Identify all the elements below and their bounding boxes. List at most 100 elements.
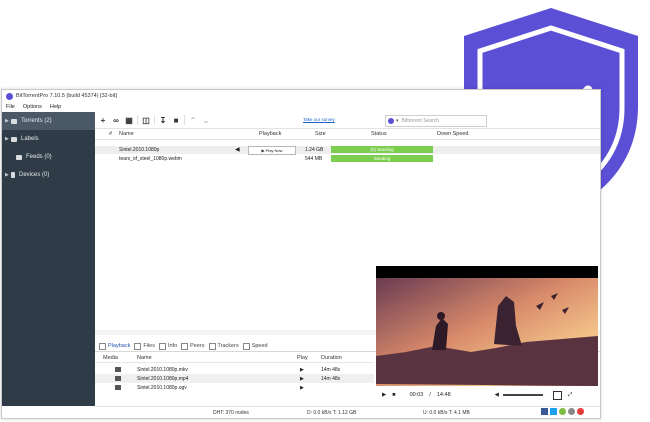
- speed-icon: [242, 342, 250, 350]
- chevron-down-icon[interactable]: ▾: [396, 118, 399, 124]
- play-icon[interactable]: ▶: [300, 367, 304, 373]
- status-progress-bar: (0) Seeding: [331, 146, 433, 153]
- tab-label: Trackers: [217, 343, 239, 349]
- expand-icon[interactable]: ⤢: [568, 392, 572, 399]
- sidebar-item-feeds[interactable]: Feeds (0): [2, 148, 95, 166]
- android-icon[interactable]: [559, 408, 566, 415]
- col-playback[interactable]: Playback: [259, 131, 281, 137]
- col-down-speed[interactable]: Down Speed: [437, 131, 469, 137]
- menu-options[interactable]: Options: [23, 104, 42, 110]
- info-icon: [158, 342, 166, 350]
- stop-circle-icon[interactable]: [577, 408, 584, 415]
- tab-speed[interactable]: Speed: [242, 342, 268, 350]
- fullscreen-icon[interactable]: [552, 390, 562, 400]
- sidebar-item-label: Devices (0): [19, 172, 50, 178]
- volume-slider[interactable]: [502, 394, 543, 396]
- toolbar-divider: [184, 115, 185, 125]
- col-media-name[interactable]: Name: [137, 355, 152, 361]
- player-controls: ▶ ■ 00:03 / 14:48 ◀ ⤢: [376, 386, 598, 404]
- list-item[interactable]: Sintel.2010.1080p.ogv ▶: [95, 383, 374, 392]
- toolbar-divider: [154, 115, 155, 125]
- tab-info[interactable]: Info: [158, 342, 178, 350]
- menu-file[interactable]: File: [6, 104, 15, 110]
- status-progress-bar: Seeding: [331, 155, 433, 162]
- col-media[interactable]: Media: [103, 355, 118, 361]
- media-name: Sintel.2010.1080p.mp4: [137, 376, 189, 382]
- status-bar: DHT: 370 nodes D: 0.0 kB/s T: 1.12 GB U:…: [95, 406, 600, 419]
- app-logo-icon: [6, 92, 13, 100]
- list-item[interactable]: Sintel.2010.1080p.mkv ▶ 14m 48s: [95, 365, 374, 374]
- playback-icon: [99, 342, 106, 350]
- tab-label: Speed: [251, 343, 268, 349]
- sidebar-item-devices[interactable]: ▶ Devices (0): [2, 166, 95, 184]
- status-label: Seeding: [373, 156, 391, 161]
- media-name: Sintel.2010.1080p.ogv: [137, 385, 187, 391]
- tab-trackers[interactable]: Trackers: [208, 342, 239, 350]
- tab-label: Playback: [108, 343, 131, 349]
- torrent-size: 544 MB: [305, 156, 323, 162]
- status-label: (0) Seeding: [370, 147, 394, 152]
- tab-peers[interactable]: Peers: [181, 342, 205, 350]
- survey-link[interactable]: Take our survey: [303, 117, 335, 122]
- alert-icon[interactable]: [568, 408, 575, 415]
- col-name[interactable]: Name: [119, 131, 134, 137]
- sidebar-item-label: Labels: [21, 136, 39, 142]
- stop-icon[interactable]: ■: [392, 392, 395, 398]
- add-torrent-icon[interactable]: +: [98, 114, 108, 126]
- media-duration: 14m 48s: [321, 376, 341, 382]
- torrent-name: Sintel.2010.1080p: [119, 147, 160, 153]
- devices-icon: [11, 172, 15, 178]
- move-down-icon[interactable]: ⌄: [201, 114, 211, 126]
- sidebar-item-labels[interactable]: ▶ Labels: [2, 130, 95, 148]
- play-icon[interactable]: ▶: [300, 385, 304, 391]
- search-provider-icon[interactable]: [388, 118, 394, 124]
- facebook-icon[interactable]: [541, 408, 548, 415]
- delete-icon[interactable]: ◫: [141, 114, 151, 126]
- video-file-icon: [115, 367, 121, 372]
- search-input[interactable]: Bittorrent Search: [402, 118, 440, 124]
- time-separator: /: [429, 392, 431, 398]
- move-up-icon[interactable]: ⌃: [188, 114, 198, 126]
- labels-icon: [11, 136, 17, 142]
- toolbar: + ∞ ▦ ◫ ↧ ■ ⌃ ⌄ Take our survey ▾ Bittor…: [95, 112, 600, 129]
- trackers-icon: [208, 342, 216, 350]
- play-icon[interactable]: ▶: [382, 392, 386, 398]
- col-number[interactable]: #: [109, 131, 112, 137]
- col-duration[interactable]: Duration: [321, 355, 342, 361]
- torrents-icon: [11, 118, 17, 124]
- twitter-icon[interactable]: [550, 408, 557, 415]
- stop-icon[interactable]: ■: [171, 114, 181, 126]
- play-now-button[interactable]: ▶ Play Now: [248, 146, 296, 155]
- media-duration: 14m 48s: [321, 367, 341, 373]
- play-icon[interactable]: ▶: [300, 376, 304, 382]
- torrent-name: tears_of_steel_1080p.webm: [119, 156, 182, 162]
- video-file-icon: [115, 376, 121, 381]
- col-play[interactable]: Play: [297, 355, 308, 361]
- search-box[interactable]: ▾ Bittorrent Search: [385, 115, 487, 127]
- sidebar-item-torrents[interactable]: ▶ Torrents (2): [2, 112, 95, 130]
- sidebar-item-label: Torrents (2): [21, 118, 52, 124]
- media-name: Sintel.2010.1080p.mkv: [137, 367, 188, 373]
- upload-status: U: 0.0 kB/s T: 4.1 MB: [423, 410, 470, 416]
- table-row[interactable]: tears_of_steel_1080p.webm 544 MB Seeding: [95, 155, 600, 163]
- video-player[interactable]: [376, 266, 598, 404]
- sidebar-item-label: Feeds (0): [26, 154, 52, 160]
- sidebar: ▶ Torrents (2) ▶ Labels Feeds (0) ▶ Devi…: [2, 112, 95, 406]
- list-item[interactable]: Sintel.2010.1080p.mp4 ▶ 14m 48s: [95, 374, 374, 383]
- tab-playback[interactable]: Playback: [99, 342, 131, 350]
- table-row[interactable]: Sintel.2010.1080p ◀ ▶ Play Now 1.24 GB (…: [95, 146, 600, 155]
- speaker-icon[interactable]: ◀: [235, 146, 240, 153]
- total-time: 14:48: [436, 392, 451, 398]
- volume-icon[interactable]: ◀: [495, 392, 499, 398]
- files-icon: [134, 342, 142, 350]
- col-size[interactable]: Size: [315, 131, 326, 137]
- peers-icon: [181, 342, 189, 350]
- create-torrent-icon[interactable]: ▦: [124, 114, 134, 126]
- feeds-icon: [16, 154, 22, 160]
- download-icon[interactable]: ↧: [158, 114, 168, 126]
- menu-help[interactable]: Help: [50, 104, 61, 110]
- col-status[interactable]: Status: [371, 131, 387, 137]
- tab-files[interactable]: Files: [134, 342, 155, 350]
- add-link-icon[interactable]: ∞: [111, 114, 121, 126]
- tab-label: Info: [167, 343, 178, 349]
